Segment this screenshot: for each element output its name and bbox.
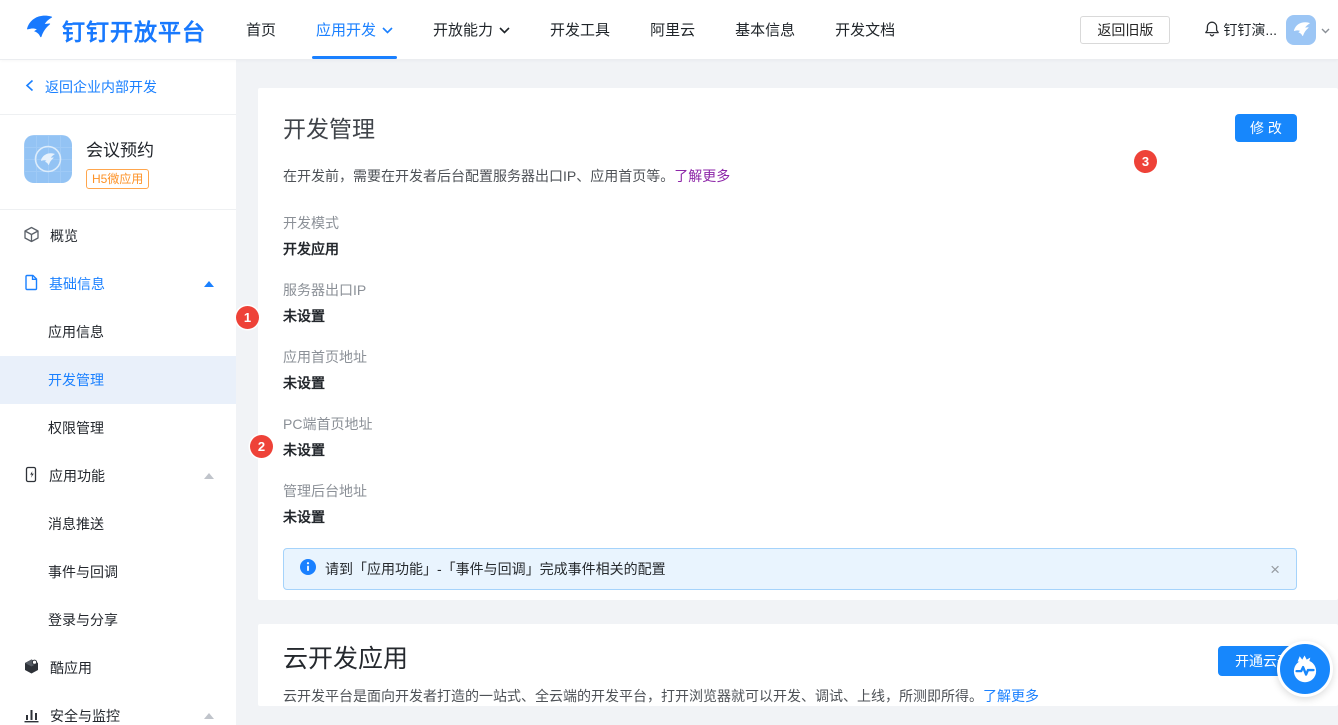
document-icon bbox=[23, 274, 39, 294]
back-to-old-version-button[interactable]: 返回旧版 bbox=[1080, 16, 1170, 44]
field-dev-mode: 开发模式 开发应用 bbox=[283, 213, 1313, 259]
sidebar-item-overview[interactable]: 概览 bbox=[0, 212, 236, 260]
sidebar-item-events-callbacks[interactable]: 事件与回调 bbox=[0, 548, 236, 596]
sidebar-item-security-monitoring[interactable]: 安全与监控 bbox=[0, 692, 236, 725]
info-banner: 请到「应用功能」-「事件与回调」完成事件相关的配置 × bbox=[283, 548, 1297, 590]
chevron-down-icon bbox=[382, 21, 393, 38]
avatar[interactable] bbox=[1286, 15, 1316, 45]
learn-more-link[interactable]: 了解更多 bbox=[674, 168, 730, 184]
sidebar-item-dev-management[interactable]: 开发管理 bbox=[0, 356, 236, 404]
back-to-internal-dev-link[interactable]: 返回企业内部开发 bbox=[0, 60, 236, 115]
cloud-description: 云开发平台是面向开发者打造的一站式、全云端的开发平台，打开浏览器就可以开发、调试… bbox=[283, 688, 983, 704]
close-icon[interactable]: × bbox=[1270, 561, 1280, 578]
cool-app-icon bbox=[23, 658, 40, 678]
chevron-down-icon bbox=[499, 21, 510, 38]
nav-open-capabilities[interactable]: 开放能力 bbox=[433, 0, 510, 60]
cloud-monitor-float-button[interactable] bbox=[1277, 641, 1333, 697]
sidebar-item-login-share[interactable]: 登录与分享 bbox=[0, 596, 236, 644]
dingtalk-logo[interactable]: 钉钉开放平台 bbox=[24, 12, 206, 47]
sidebar-item-permission-management[interactable]: 权限管理 bbox=[0, 404, 236, 452]
app-icon bbox=[24, 135, 72, 183]
chevron-left-icon bbox=[25, 79, 34, 95]
org-name: 钉钉演... bbox=[1223, 20, 1277, 40]
nav-home[interactable]: 首页 bbox=[246, 0, 276, 60]
dev-fields: 开发模式 开发应用 服务器出口IP 未设置 应用首页地址 未设置 PC端首页地址… bbox=[283, 213, 1313, 527]
nav-basic-info[interactable]: 基本信息 bbox=[735, 0, 795, 60]
cloud-dev-card: 云开发应用 云开发平台是面向开发者打造的一站式、全云端的开发平台，打开浏览器就可… bbox=[258, 624, 1338, 706]
app-summary: 会议预约 H5微应用 bbox=[0, 115, 236, 210]
nav-dev-docs[interactable]: 开发文档 bbox=[835, 0, 895, 60]
collapse-arrow-icon[interactable] bbox=[204, 713, 214, 719]
org-switcher[interactable]: 钉钉演... bbox=[1204, 20, 1277, 40]
field-admin-backend: 管理后台地址 未设置 bbox=[283, 481, 1313, 527]
field-app-homepage: 应用首页地址 未设置 bbox=[283, 347, 1313, 393]
collapse-arrow-icon[interactable] bbox=[204, 473, 214, 479]
collapse-arrow-icon[interactable] bbox=[204, 281, 214, 287]
sidebar-item-app-features[interactable]: 应用功能 bbox=[0, 452, 236, 500]
sidebar-item-basic-info[interactable]: 基础信息 bbox=[0, 260, 236, 308]
learn-more-link[interactable]: 了解更多 bbox=[983, 688, 1039, 704]
sidebar-item-app-info[interactable]: 应用信息 bbox=[0, 308, 236, 356]
banner-message: 请到「应用功能」-「事件与回调」完成事件相关的配置 bbox=[325, 559, 666, 579]
cloud-card-title: 云开发应用 bbox=[283, 642, 1313, 676]
bar-chart-icon bbox=[23, 706, 40, 725]
sidebar: 返回企业内部开发 会议预约 H5微应用 概览 基础信息 应用信息 开发管理 bbox=[0, 60, 236, 725]
nav-aliyun[interactable]: 阿里云 bbox=[650, 0, 695, 60]
top-navbar: 钉钉开放平台 首页 应用开发 开放能力 开发工具 阿里云 基本信息 开发文档 返… bbox=[0, 0, 1338, 60]
sidebar-menu: 概览 基础信息 应用信息 开发管理 权限管理 应用功能 消息推送 bbox=[0, 210, 236, 725]
app-type-badge: H5微应用 bbox=[86, 169, 149, 189]
page-title: 开发管理 bbox=[283, 114, 375, 146]
nav-app-development[interactable]: 应用开发 bbox=[316, 0, 393, 60]
phone-bolt-icon bbox=[23, 466, 39, 486]
dev-management-card: 开发管理 修 改 在开发前，需要在开发者后台配置服务器出口IP、应用首页等。了解… bbox=[258, 88, 1338, 600]
logo-title: 钉钉开放平台 bbox=[62, 13, 206, 47]
bell-icon bbox=[1204, 20, 1220, 40]
nav-dev-tools[interactable]: 开发工具 bbox=[550, 0, 610, 60]
main-content: 开发管理 修 改 在开发前，需要在开发者后台配置服务器出口IP、应用首页等。了解… bbox=[236, 60, 1338, 725]
field-pc-homepage: PC端首页地址 未设置 bbox=[283, 414, 1313, 460]
sidebar-item-cool-app[interactable]: 酷应用 bbox=[0, 644, 236, 692]
cube-icon bbox=[23, 226, 40, 246]
info-icon bbox=[300, 559, 316, 580]
chevron-down-icon[interactable] bbox=[1321, 21, 1330, 39]
dev-description: 在开发前，需要在开发者后台配置服务器出口IP、应用首页等。 bbox=[283, 168, 674, 184]
field-server-ip: 服务器出口IP 未设置 bbox=[283, 280, 1313, 326]
sidebar-item-message-push[interactable]: 消息推送 bbox=[0, 500, 236, 548]
main-nav: 首页 应用开发 开放能力 开发工具 阿里云 基本信息 开发文档 bbox=[246, 0, 935, 60]
app-name: 会议预约 bbox=[86, 136, 154, 161]
modify-button[interactable]: 修 改 bbox=[1235, 114, 1297, 142]
dingtalk-wing-icon bbox=[24, 12, 54, 47]
